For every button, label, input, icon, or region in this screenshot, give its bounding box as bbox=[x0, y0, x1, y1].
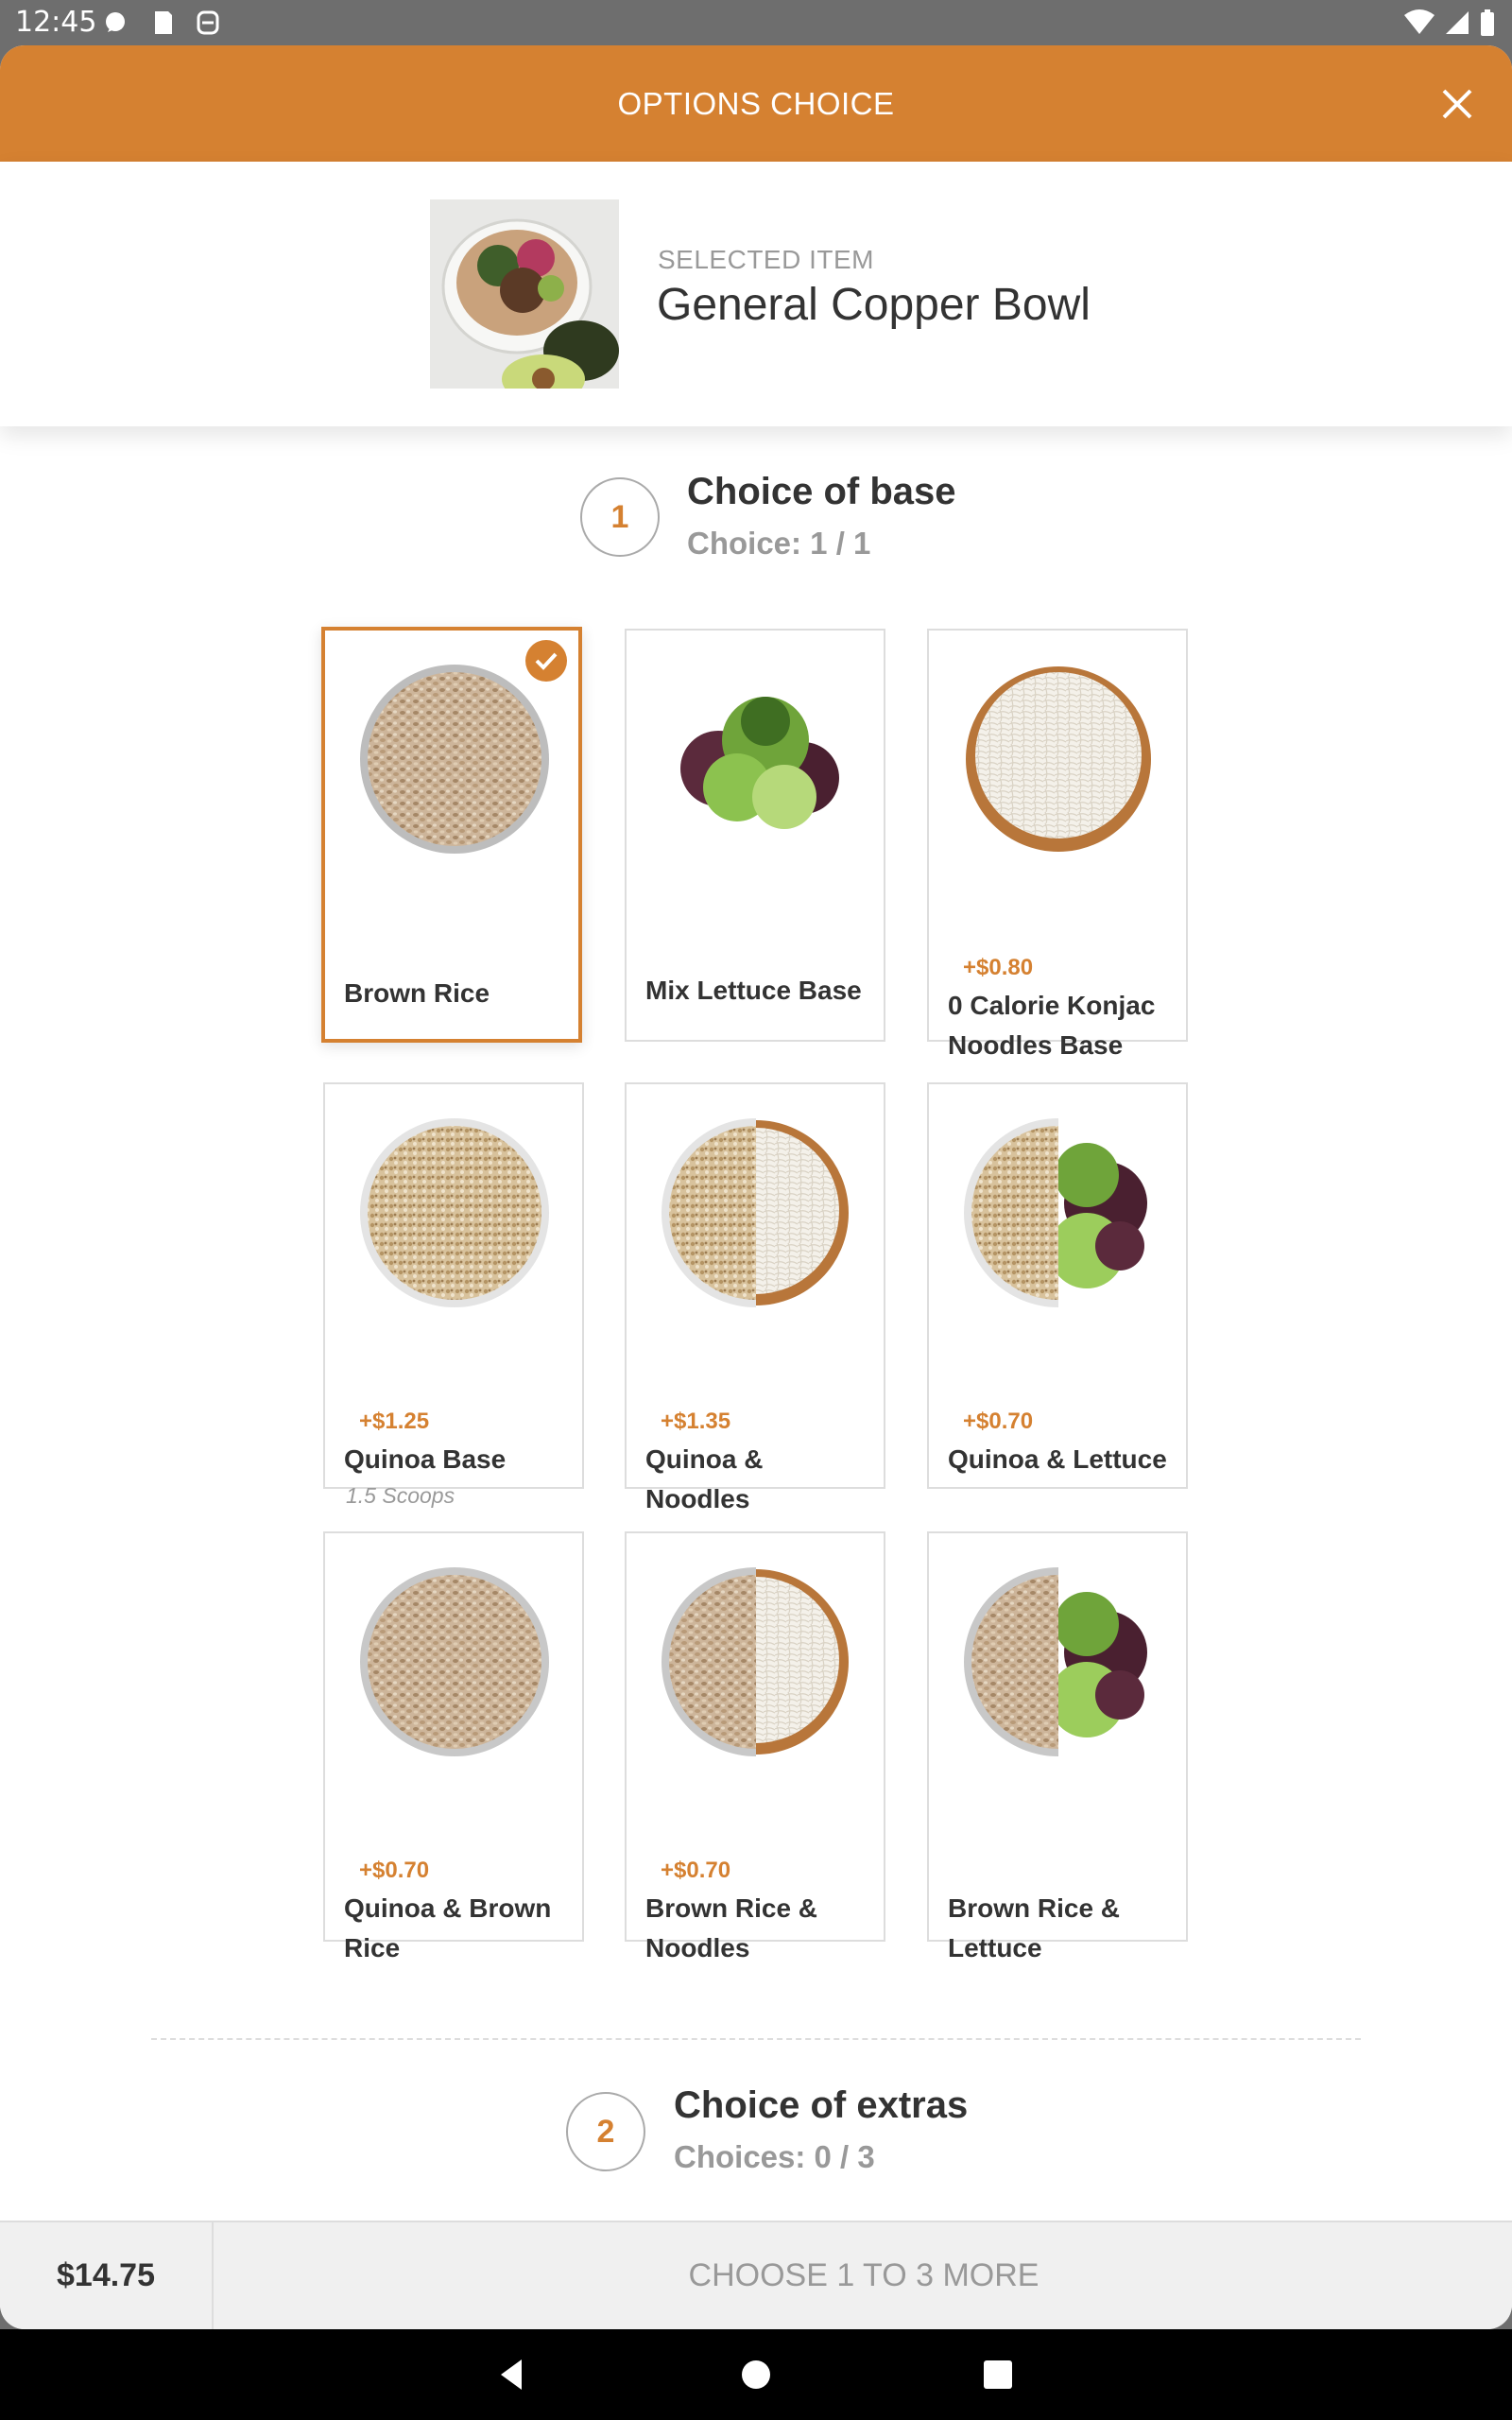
lettuce-image bbox=[680, 697, 839, 829]
back-icon[interactable] bbox=[493, 2356, 531, 2394]
option-price: +$0.80 bbox=[963, 955, 1034, 980]
selected-item-image bbox=[430, 199, 619, 389]
option-card-brown-rice[interactable]: Brown Rice bbox=[321, 627, 582, 1043]
brown-rice-bowl-image bbox=[360, 665, 549, 854]
recents-icon[interactable] bbox=[979, 2356, 1017, 2394]
home-icon[interactable] bbox=[737, 2356, 775, 2394]
option-name: Mix Lettuce Base bbox=[645, 976, 862, 1005]
step-number: 1 bbox=[580, 477, 660, 557]
selected-item-panel: SELECTED ITEM General Copper Bowl bbox=[0, 162, 1512, 426]
brown-rice-lettuce-bowl-image bbox=[964, 1567, 1147, 1756]
option-name: Quinoa & Lettuce bbox=[948, 1444, 1167, 1474]
section-divider bbox=[151, 2038, 1361, 2040]
brown-rice-noodles-bowl-image bbox=[662, 1567, 849, 1756]
signal-icon bbox=[1446, 11, 1469, 34]
quinoa-lettuce-bowl-image bbox=[964, 1118, 1147, 1307]
step-subtitle: Choices: 0 / 3 bbox=[674, 2139, 875, 2174]
option-name: Brown Rice bbox=[344, 978, 490, 1008]
header-title: OPTIONS CHOICE bbox=[617, 86, 895, 121]
quinoa-brown-rice-bowl-image bbox=[360, 1567, 549, 1756]
option-card-brown-rice-lettuce[interactable]: Brown Rice & Lettuce bbox=[927, 1531, 1188, 1962]
option-card-quinoa-brown-rice[interactable]: +$0.70 Quinoa & Brown Rice bbox=[323, 1531, 584, 1962]
option-card-quinoa-noodles[interactable]: +$1.35 Quinoa & Noodles bbox=[625, 1082, 885, 1513]
selected-item-label: SELECTED ITEM bbox=[658, 245, 874, 274]
quinoa-bowl-image bbox=[360, 1118, 549, 1307]
accessibility-icon bbox=[197, 10, 219, 35]
option-price: +$1.25 bbox=[359, 1409, 430, 1434]
selected-check-icon bbox=[525, 640, 567, 682]
sd-card-icon bbox=[155, 11, 172, 34]
battery-icon bbox=[1481, 9, 1494, 36]
status-time: 12:45 bbox=[15, 6, 97, 39]
selected-item-name: General Copper Bowl bbox=[657, 280, 1091, 330]
order-footer: $14.75 CHOOSE 1 TO 3 MORE bbox=[0, 2221, 1512, 2329]
option-name: Quinoa & Noodles bbox=[645, 1444, 764, 1513]
option-card-brown-rice-noodles[interactable]: +$0.70 Brown Rice & Noodles bbox=[625, 1531, 885, 1962]
chat-icon bbox=[106, 12, 125, 32]
options-sheet: OPTIONS CHOICE SELECTED ITEM General Cop… bbox=[0, 45, 1512, 2329]
option-price: +$0.70 bbox=[963, 1409, 1034, 1434]
step-number: 2 bbox=[566, 2092, 645, 2171]
option-price: +$0.70 bbox=[359, 1858, 430, 1883]
option-card-quinoa-base[interactable]: +$1.25 Quinoa Base 1.5 Scoops bbox=[323, 1082, 584, 1508]
quinoa-noodles-bowl-image bbox=[662, 1118, 849, 1307]
option-card-quinoa-lettuce[interactable]: +$0.70 Quinoa & Lettuce bbox=[927, 1082, 1188, 1489]
status-bar: 12:45 bbox=[0, 0, 1512, 45]
option-price: +$1.35 bbox=[661, 1409, 731, 1434]
option-name: Brown Rice & Lettuce bbox=[948, 1893, 1121, 1962]
option-name: Brown Rice & Noodles bbox=[645, 1893, 818, 1962]
option-price: +$0.70 bbox=[661, 1858, 731, 1883]
step-title: Choice of base bbox=[687, 471, 956, 512]
total-price: $14.75 bbox=[0, 2222, 214, 2329]
step-title: Choice of extras bbox=[674, 2084, 969, 2126]
options-header: OPTIONS CHOICE bbox=[0, 45, 1512, 162]
option-name: Quinoa & Brown Rice bbox=[344, 1893, 552, 1962]
choose-more-button[interactable]: CHOOSE 1 TO 3 MORE bbox=[215, 2222, 1512, 2329]
close-icon[interactable] bbox=[1436, 83, 1478, 125]
step-subtitle: Choice: 1 / 1 bbox=[687, 526, 871, 561]
konjac-noodles-bowl-image bbox=[966, 666, 1151, 852]
navigation-bar bbox=[0, 2329, 1512, 2420]
option-note: 1.5 Scoops bbox=[346, 1483, 455, 1508]
option-name: 0 Calorie Konjac Noodles Base bbox=[948, 991, 1156, 1060]
wifi-icon bbox=[1404, 9, 1435, 34]
option-name: Quinoa Base bbox=[344, 1444, 507, 1474]
option-card-konjac-noodles[interactable]: +$0.80 0 Calorie Konjac Noodles Base bbox=[927, 629, 1188, 1060]
option-card-mix-lettuce[interactable]: Mix Lettuce Base bbox=[625, 629, 885, 1042]
status-right bbox=[1404, 9, 1495, 36]
